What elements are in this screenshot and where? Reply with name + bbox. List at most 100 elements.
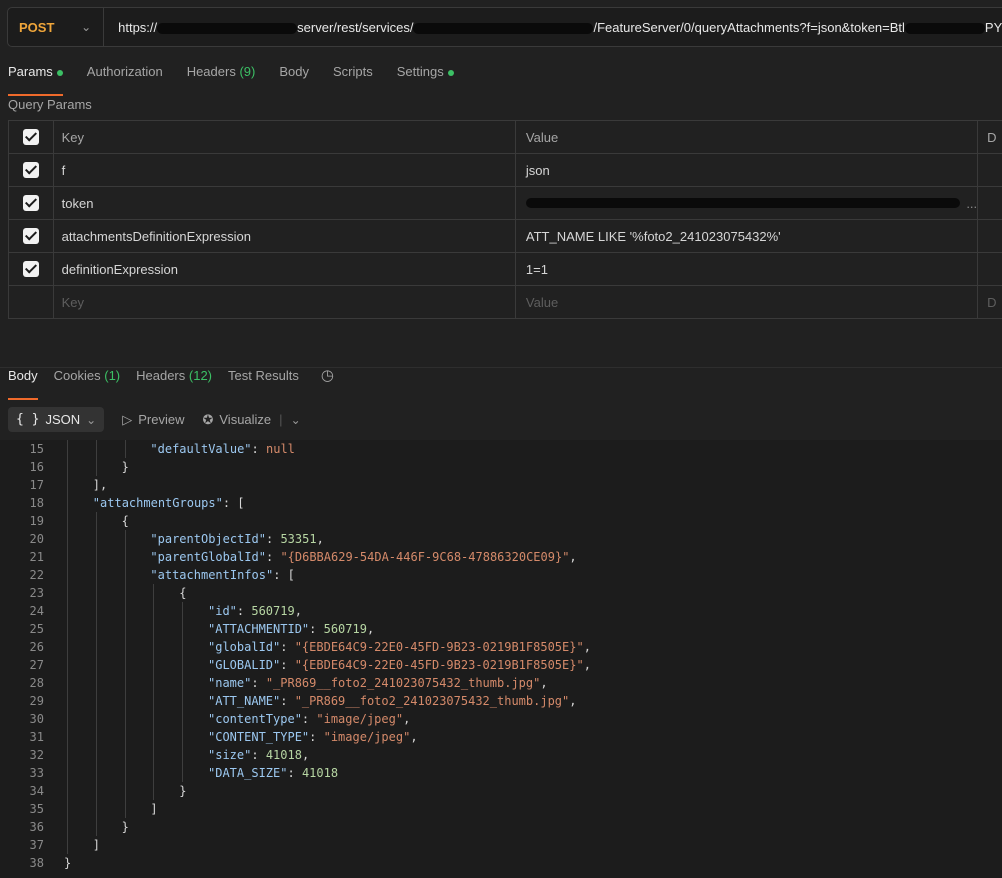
- line-number: 38: [29, 856, 44, 870]
- json-string: "_PR869__foto2_241023075432_thumb.jpg": [265, 676, 541, 690]
- status-dot: [447, 69, 454, 76]
- indent-guide: [95, 674, 97, 692]
- json-punctuation: {: [121, 514, 129, 528]
- json-punctuation: :: [301, 712, 317, 726]
- chevron-down-icon[interactable]: ⌄: [291, 413, 301, 427]
- indent-guide: [95, 638, 97, 656]
- params-table: Key Value D f json token ... attachments…: [8, 120, 1002, 319]
- format-select[interactable]: { } JSON ⌄: [8, 407, 105, 432]
- row-checkbox[interactable]: [8, 187, 54, 219]
- json-punctuation: }: [121, 820, 129, 834]
- preview-button[interactable]: ▷ Preview: [122, 412, 184, 428]
- json-key: "parentObjectId": [150, 532, 266, 546]
- code-text: "DATA_SIZE": 41018: [208, 764, 338, 782]
- param-key[interactable]: token: [54, 187, 516, 219]
- param-value[interactable]: 1=1: [516, 253, 979, 285]
- code-line: 18 "attachmentGroups": [: [0, 494, 1002, 512]
- json-punctuation: ],: [92, 478, 108, 492]
- tab-cookies[interactable]: Cookies (1): [54, 368, 120, 390]
- json-punctuation: }: [179, 784, 187, 798]
- indent-guide: [182, 728, 184, 746]
- param-description[interactable]: [978, 253, 1002, 285]
- indent-guide: [124, 728, 126, 746]
- code-text: }: [64, 854, 71, 872]
- braces-icon: { }: [16, 412, 40, 427]
- param-description[interactable]: [978, 187, 1002, 219]
- indent-guide: [124, 674, 126, 692]
- json-punctuation: :: [265, 532, 281, 546]
- param-key[interactable]: definitionExpression: [54, 253, 516, 285]
- tab-test-results[interactable]: Test Results: [228, 368, 299, 390]
- code-line: 28 "name": "_PR869__foto2_241023075432_th…: [0, 674, 1002, 692]
- json-punctuation: :: [287, 766, 302, 780]
- visualize-button[interactable]: ✪ Visualize | ⌄: [202, 412, 300, 428]
- param-value[interactable]: json: [516, 154, 979, 186]
- param-description[interactable]: [978, 154, 1002, 186]
- json-key: "GLOBALID": [208, 658, 281, 672]
- json-string: "{D6BBA629-54DA-446F-9C68-47886320CE09}": [280, 550, 570, 564]
- param-description[interactable]: [978, 220, 1002, 252]
- history-icon[interactable]: ◷: [321, 366, 334, 390]
- select-all-checkbox[interactable]: [8, 121, 54, 153]
- method-label: POST: [19, 19, 55, 35]
- tab-scripts[interactable]: Scripts: [333, 64, 373, 86]
- table-row: attachmentsDefinitionExpression ATT_NAME…: [8, 220, 1002, 253]
- param-key[interactable]: f: [54, 154, 516, 186]
- new-value-input[interactable]: Value: [516, 286, 979, 318]
- tab-settings[interactable]: Settings: [397, 64, 454, 86]
- tab-response-body[interactable]: Body: [8, 368, 38, 400]
- checkbox-icon: [22, 195, 39, 211]
- indent-guide: [153, 602, 155, 620]
- code-line: 15 "defaultValue": null: [0, 440, 1002, 458]
- json-string: "{EBDE64C9-22E0-45FD-9B23-0219B1F8505E}": [294, 658, 584, 672]
- code-text: "GLOBALID": "{EBDE64C9-22E0-45FD-9B23-02…: [208, 656, 591, 674]
- line-number: 26: [29, 640, 44, 654]
- response-json-viewer[interactable]: 15 "defaultValue": null 16} 17], 18 "attachme…: [0, 440, 1002, 878]
- indent-guide: [182, 638, 184, 656]
- visualize-icon: ✪: [202, 411, 214, 427]
- table-header-row: Key Value D: [8, 121, 1002, 154]
- code-text: ],: [93, 476, 107, 494]
- redaction: [157, 22, 298, 34]
- param-value-redacted[interactable]: ...: [516, 187, 979, 219]
- code-text: "CONTENT_TYPE": "image/jpeg",: [208, 728, 418, 746]
- tab-body[interactable]: Body: [279, 64, 309, 86]
- code-text: ]: [150, 800, 157, 818]
- json-punctuation: :: [280, 694, 295, 708]
- new-key-input[interactable]: Key: [54, 286, 516, 318]
- json-punctuation: ,: [410, 730, 418, 744]
- json-string: "_PR869__foto2_241023075432_thumb.jpg": [294, 694, 570, 708]
- json-string: "image/jpeg": [316, 712, 404, 726]
- code-text: ]: [93, 836, 100, 854]
- json-punctuation: ,: [301, 748, 310, 762]
- json-punctuation: :: [236, 604, 252, 618]
- tab-authorization[interactable]: Authorization: [87, 64, 163, 86]
- line-number: 15: [29, 442, 44, 456]
- json-punctuation: :: [309, 622, 324, 636]
- row-checkbox[interactable]: [8, 154, 54, 186]
- code-line: 20 "parentObjectId": 53351,: [0, 530, 1002, 548]
- indent-guide: [124, 710, 126, 728]
- tab-label: Cookies: [53, 368, 101, 383]
- row-checkbox[interactable]: [8, 220, 54, 252]
- redaction: [525, 198, 961, 208]
- tab-params[interactable]: Params: [8, 64, 63, 96]
- code-text: "parentObjectId": 53351,: [150, 530, 323, 548]
- column-header-key: Key: [54, 121, 516, 153]
- new-description-input[interactable]: D: [978, 286, 1002, 318]
- code-line: 25 "ATTACHMENTID": 560719,: [0, 620, 1002, 638]
- json-punctuation: : [: [273, 568, 295, 582]
- code-line: 24 "id": 560719,: [0, 602, 1002, 620]
- param-value[interactable]: ATT_NAME LIKE '%foto2_241023075432%': [516, 220, 979, 252]
- line-number: 17: [29, 478, 44, 492]
- code-text: {: [179, 584, 186, 602]
- indent-guide: [124, 584, 126, 602]
- url-input[interactable]: https:// server/rest/services/ /FeatureSer…: [104, 20, 1002, 35]
- method-select[interactable]: POST ⌄: [8, 8, 105, 46]
- tab-headers[interactable]: Headers (9): [187, 64, 256, 86]
- row-checkbox[interactable]: [8, 253, 54, 285]
- tab-response-headers[interactable]: Headers (12): [136, 368, 212, 390]
- param-key[interactable]: attachmentsDefinitionExpression: [54, 220, 516, 252]
- json-punctuation: :: [251, 748, 266, 762]
- json-punctuation: ,: [294, 604, 302, 618]
